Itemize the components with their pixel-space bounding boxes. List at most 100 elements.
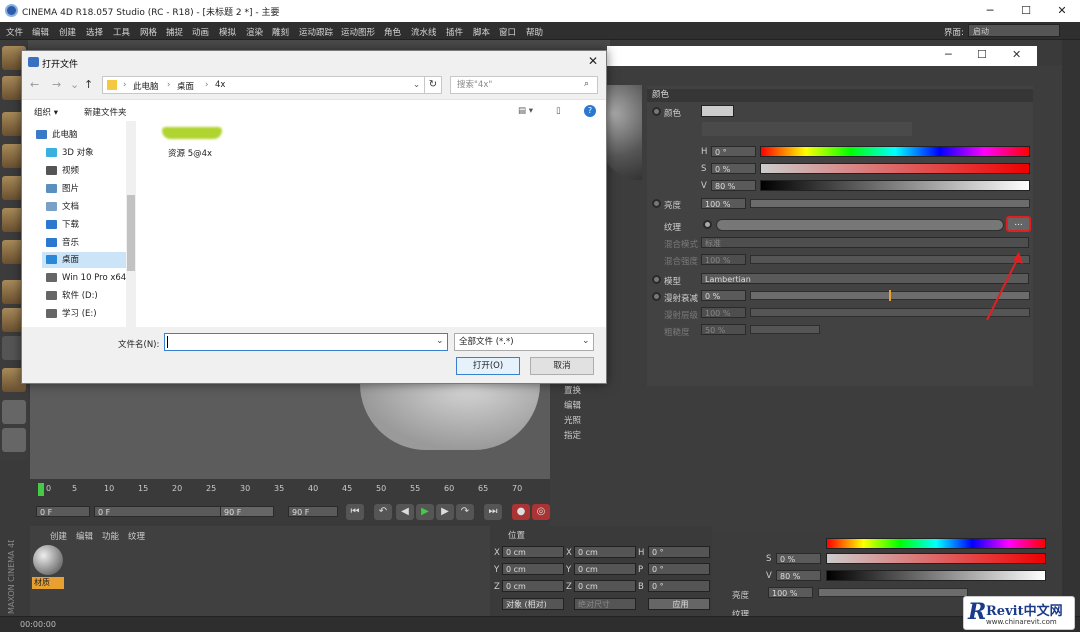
menu-create[interactable]: 创建 [59,26,76,38]
menu-mograph[interactable]: 运动图形 [341,26,375,38]
minimize-icon[interactable]: ─ [972,2,1008,20]
menu-plugins[interactable]: 插件 [446,26,463,38]
diffuse-falloff-anim-dot[interactable] [652,292,661,301]
channel-assign[interactable]: 指定 [564,429,581,441]
model-select[interactable]: Lambertian [701,273,1029,284]
menu-character[interactable]: 角色 [384,26,401,38]
view-options-icon[interactable]: ▤ ▾ [518,106,533,116]
matmgr-menu-texture[interactable]: 纹理 [128,530,145,542]
breadcrumb-4x[interactable]: 4x [215,80,225,90]
filename-dropdown-icon[interactable]: ⌄ [436,336,444,346]
h-field[interactable]: 0 ° [711,146,756,157]
file-item-name[interactable]: 资源 5@4x [168,147,212,159]
menu-help[interactable]: 帮助 [526,26,543,38]
diffuse-level-field[interactable]: 100 % [701,307,746,318]
auto-key-icon[interactable]: ◎ [532,504,550,520]
roughness-slider[interactable] [750,325,820,334]
next-frame-icon[interactable]: ▶ [436,504,454,520]
tree-item-this-pc[interactable]: 此电脑 [36,127,132,143]
filetype-dropdown-icon[interactable]: ⌄ [582,336,590,346]
material-minimize-icon[interactable]: ─ [945,48,952,61]
record-icon[interactable]: ● [512,504,530,520]
rot-h-field[interactable]: 0 ° [648,546,710,558]
channel-illumination[interactable]: 光照 [564,414,581,426]
layout-select[interactable]: 启动 [968,24,1060,37]
search-input[interactable]: 搜索"4x" [450,76,598,94]
material-maximize-icon[interactable]: ☐ [977,48,987,61]
prev-key-icon[interactable]: ↶ [374,504,392,520]
lock-grid-icon[interactable] [2,428,26,452]
dialog-close-icon[interactable]: ✕ [588,54,598,68]
address-dropdown-icon[interactable]: ⌄ [413,80,420,90]
breadcrumb-desktop[interactable]: 桌面 [177,80,194,92]
color-picker-modes[interactable] [702,122,912,136]
matmgr-menu-edit[interactable]: 编辑 [76,530,93,542]
saturation-slider[interactable] [760,163,1030,174]
back-icon[interactable]: ← [30,78,39,91]
timeline-playhead[interactable] [38,483,44,496]
open-button[interactable]: 打开(O) [456,357,520,375]
lower-value-slider[interactable] [826,570,1046,581]
up-icon[interactable]: ↑ [84,78,93,91]
brightness-anim-dot[interactable] [652,199,661,208]
coord-mode-select[interactable]: 对象 (相对) [502,598,564,610]
rot-p-field[interactable]: 0 ° [648,563,710,575]
menu-pipeline[interactable]: 流水线 [411,26,437,38]
start-frame-field[interactable]: 0 F [36,506,90,517]
timeline[interactable]: 0 5 10 15 20 25 30 35 40 45 50 55 60 65 … [30,479,550,501]
tree-item-drive-c[interactable]: Win 10 Pro x64 [46,270,136,286]
pos-y-field[interactable]: 0 cm [502,563,564,575]
value-slider[interactable] [760,180,1030,191]
pos-z-field[interactable]: 0 cm [502,580,564,592]
menu-render[interactable]: 渲染 [246,26,263,38]
menu-edit[interactable]: 编辑 [32,26,49,38]
preview-pane-icon[interactable]: ▯ [556,106,561,116]
menu-motion-tracking[interactable]: 运动跟踪 [299,26,333,38]
goto-start-icon[interactable]: ⏮ [346,504,364,520]
menu-mesh[interactable]: 网格 [140,26,157,38]
range-end-field[interactable]: 90 F [220,506,274,517]
matmgr-menu-create[interactable]: 创建 [50,530,67,542]
tree-scrollbar-thumb[interactable] [127,195,135,271]
brightness-slider[interactable] [750,199,1030,208]
end-frame-field[interactable]: 90 F [288,506,338,517]
apply-button[interactable]: 应用 [648,598,710,610]
texture-field[interactable] [716,219,1004,231]
organize-button[interactable]: 组织 ▾ [34,106,58,118]
menu-window[interactable]: 窗口 [499,26,516,38]
rot-b-field[interactable]: 0 ° [648,580,710,592]
lower-saturation-slider[interactable] [826,553,1046,564]
roughness-field[interactable]: 50 % [701,324,746,335]
forward-icon[interactable]: → [52,78,61,91]
refresh-icon[interactable]: ↻ [424,76,442,94]
menu-select[interactable]: 选择 [86,26,103,38]
material-name-label[interactable]: 材质 [32,577,64,589]
size-x-field[interactable]: 0 cm [574,546,636,558]
matmgr-menu-function[interactable]: 功能 [102,530,119,542]
menu-tools[interactable]: 工具 [113,26,130,38]
lower-s-field[interactable]: 0 % [776,553,821,564]
help-icon[interactable]: ? [584,105,596,117]
blend-strength-field[interactable]: 100 % [701,254,746,265]
channel-edit[interactable]: 编辑 [564,399,581,411]
pos-x-field[interactable]: 0 cm [502,546,564,558]
recent-icon[interactable]: ⌄ [70,78,79,91]
brightness-field[interactable]: 100 % [701,198,746,209]
menu-simulate[interactable]: 模拟 [219,26,236,38]
texture-menu-icon[interactable] [703,220,712,229]
cancel-button[interactable]: 取消 [530,357,594,375]
address-bar[interactable]: › 此电脑 › 桌面 › 4x ⌄ [102,76,442,94]
s-field[interactable]: 0 % [711,163,756,174]
breadcrumb-this-pc[interactable]: 此电脑 [133,80,159,92]
tree-item-desktop[interactable]: 桌面 [42,252,126,268]
close-icon[interactable]: ✕ [1044,2,1080,20]
menu-script[interactable]: 脚本 [473,26,490,38]
v-field[interactable]: 80 % [711,180,756,191]
channel-displacement[interactable]: 置换 [564,384,581,396]
menu-snap[interactable]: 捕捉 [166,26,183,38]
color-anim-dot[interactable] [652,107,661,116]
file-thumbnail[interactable] [162,127,222,139]
material-thumbnail[interactable] [33,545,63,575]
texture-browse-button[interactable]: ... [1006,216,1031,232]
new-folder-button[interactable]: 新建文件夹 [84,106,127,118]
